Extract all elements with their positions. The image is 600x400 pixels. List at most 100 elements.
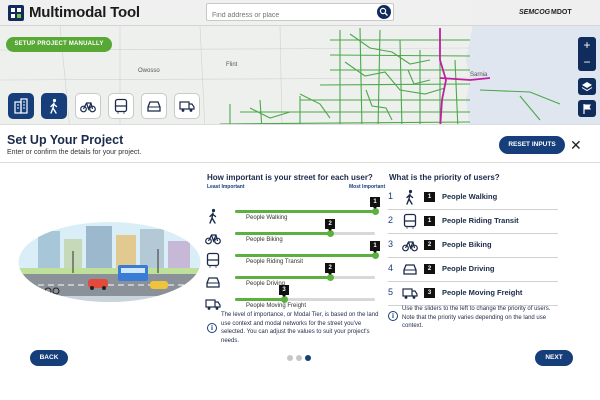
priority-rank: 1 [388,191,394,201]
semcog-logo: SEMCOG [519,9,551,16]
slider-fill [235,232,331,235]
bus-icon [114,98,128,114]
car-icon [147,101,161,112]
bus-icon [205,252,221,268]
setup-panel: Set Up Your Project Enter or confirm the… [0,124,600,400]
tier-tag: 3 [279,285,289,297]
priority-row: 4 2 People Driving [388,258,558,282]
slider-fill [235,276,331,279]
layers-icon [581,81,593,91]
mode-button-transit[interactable] [108,93,134,119]
search-icon[interactable] [377,5,391,19]
walking-icon [402,189,418,205]
divider [0,162,600,163]
priority-question: What is the priority of users? [389,173,500,182]
flag-icon [583,103,591,114]
importance-question: How important is your street for each us… [207,173,373,182]
priority-label: People Biking [442,240,492,249]
least-important-label: Least Important [207,184,245,190]
info-icon: i [207,323,217,333]
slider-handle[interactable] [280,296,288,303]
mode-button-walking[interactable] [41,93,67,119]
car-icon [205,274,221,290]
app-title: Multimodal Tool [29,4,140,21]
tier-tag: 1 [370,241,380,253]
priority-row: 1 1 People Walking [388,186,558,210]
flag-button[interactable] [578,100,596,117]
slider-label: People Riding Transit [246,259,304,265]
priority-row: 5 3 People Moving Freight [388,282,558,306]
mode-button-buildings[interactable] [8,93,34,119]
tier-badge: 1 [424,192,435,202]
step-dot[interactable] [296,355,302,361]
top-bar: Multimodal Tool SEMCOG MDOT [0,0,600,26]
slider-fill [235,298,284,301]
tier-tag: 2 [325,219,336,231]
panel-title: Set Up Your Project [7,133,124,147]
search-box[interactable] [206,3,394,24]
slider-row-transit: 1 People Riding Transit [205,241,383,273]
tier-badge: 2 [424,240,435,250]
priority-rank: 3 [388,239,394,249]
layers-button[interactable] [578,78,596,95]
slider-track[interactable]: 2 [235,219,375,237]
priority-rank: 2 [388,215,394,225]
grid-logo-icon [8,4,24,21]
slider-label: People Biking [246,237,283,243]
step-indicator [287,355,311,361]
slider-track[interactable]: 2 [235,263,375,281]
info-icon: i [388,311,398,321]
place-label-sarnia: Sarnia [470,72,488,78]
slider-handle[interactable] [371,208,379,215]
priority-label: People Walking [442,192,498,201]
zoom-controls: + − [578,37,596,71]
bicycle-icon [402,237,418,253]
next-button[interactable]: NEXT [535,350,573,366]
priority-note-text: Use the sliders to the left to change th… [402,306,551,330]
priority-row: 2 1 People Riding Transit [388,210,558,234]
step-dot-current[interactable] [305,355,311,361]
tier-tag: 1 [370,197,380,209]
search-input[interactable] [207,7,367,24]
slider-fill [235,254,375,257]
mode-button-biking[interactable] [75,93,101,119]
slider-label: People Walking [246,215,288,221]
priority-note: i Use the sliders to the left to change … [388,305,558,331]
tier-badge: 2 [424,264,435,274]
zoom-in-button[interactable]: + [578,37,596,54]
slider-handle[interactable] [326,274,334,281]
slider-track[interactable]: 1 [235,241,380,259]
slider-handle[interactable] [326,230,334,237]
mode-button-driving[interactable] [141,93,167,119]
tier-badge: 1 [424,216,435,226]
priority-label: People Driving [442,264,495,273]
truck-icon [205,296,221,312]
step-dot[interactable] [287,355,293,361]
slider-handle[interactable] [371,252,379,259]
slider-row-walking: 1 People Walking [205,197,383,229]
street-illustration [18,222,201,302]
place-label-owosso: Owosso [138,68,160,74]
tier-tag: 2 [325,263,336,275]
slider-label: People Moving Freight [246,303,307,309]
back-button[interactable]: BACK [30,350,68,366]
slider-row-biking: 2 People Biking [205,219,383,251]
close-icon[interactable]: ✕ [570,136,582,154]
most-important-label: Most Important [349,184,386,190]
slider-track[interactable]: 1 [235,197,380,215]
reset-inputs-button[interactable]: RESET INPUTS [499,136,565,154]
truck-icon [179,101,195,112]
setup-project-manually-button[interactable]: SETUP PROJECT MANUALLY [6,37,112,52]
buildings-icon [14,98,28,114]
importance-note-text: The level of importance, or Modal Tier, … [221,312,379,344]
truck-icon [402,285,418,301]
importance-note: i The level of importance, or Modal Tier… [207,311,381,345]
slider-row-driving: 2 People Driving [205,263,383,295]
walking-icon [50,98,58,114]
slider-track[interactable]: 3 [235,285,375,303]
mode-button-freight[interactable] [174,93,200,119]
zoom-out-button[interactable]: − [578,54,596,71]
place-label-flint: Flint [226,62,238,68]
priority-row: 3 2 People Biking [388,234,558,258]
priority-rank: 4 [388,263,394,273]
